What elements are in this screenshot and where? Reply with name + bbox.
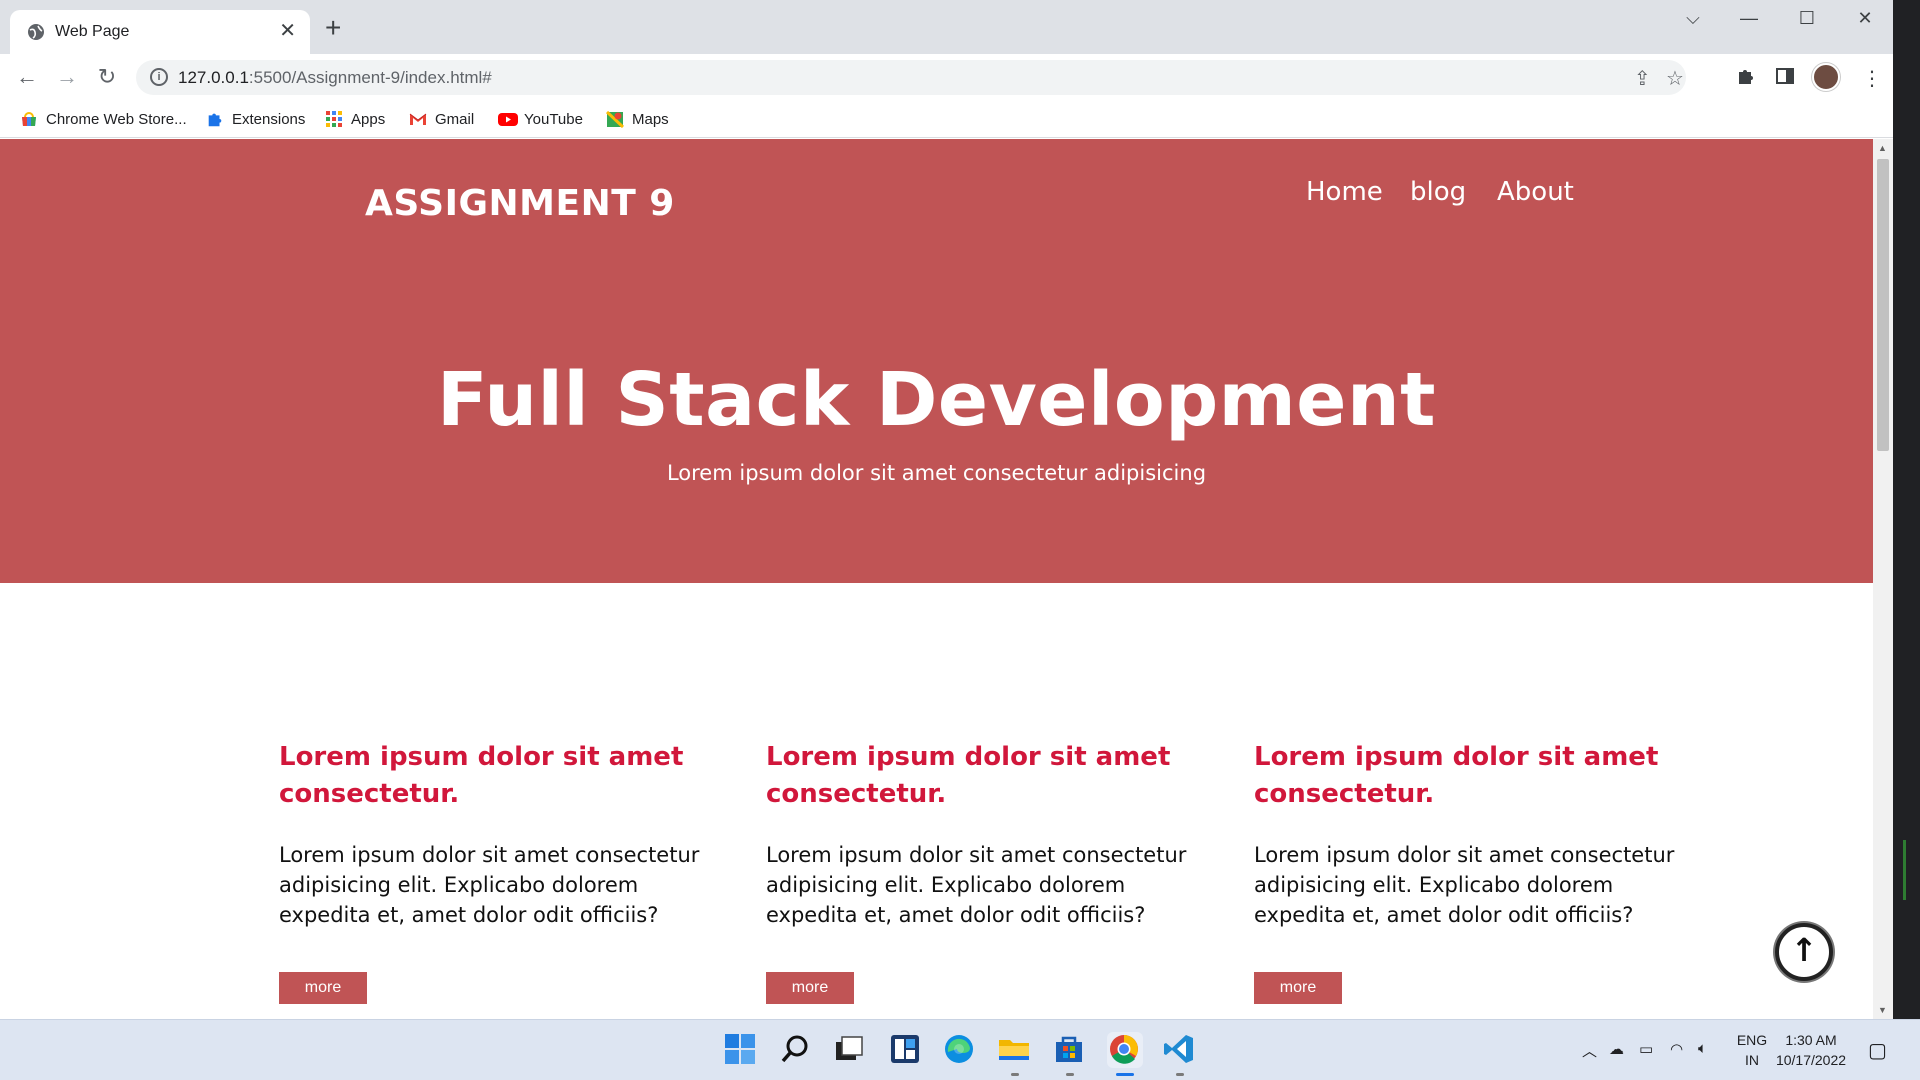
bookmark-label: Gmail — [435, 110, 475, 128]
puzzle-icon — [206, 110, 224, 128]
edge-browser-icon[interactable] — [942, 1032, 978, 1068]
feature-card: Lorem ipsum dolor sit amet consectetur. … — [279, 742, 719, 1004]
widgets-icon[interactable] — [888, 1032, 924, 1068]
site-info-icon[interactable]: i — [150, 68, 168, 86]
onedrive-cloud-icon[interactable]: ☁ — [1609, 1040, 1624, 1058]
clock-time: 1:30 AM — [1785, 1032, 1837, 1048]
nav-link-blog[interactable]: blog — [1410, 177, 1466, 207]
gmail-icon — [409, 110, 427, 128]
scroll-down-arrow-icon[interactable]: ▼ — [1878, 1005, 1887, 1015]
language-indicator[interactable]: ENG IN — [1732, 1030, 1772, 1070]
maximize-button[interactable]: ☐ — [1787, 8, 1827, 32]
card-title: Lorem ipsum dolor sit amet consectetur. — [766, 742, 1171, 809]
globe-icon — [26, 22, 46, 42]
nav-link-about[interactable]: About — [1497, 177, 1574, 207]
bookmark-chrome-web-store[interactable]: Chrome Web Store... — [20, 108, 187, 130]
bookmark-apps[interactable]: Apps — [325, 108, 385, 130]
wifi-icon[interactable]: ◠ — [1670, 1040, 1683, 1058]
youtube-icon — [498, 110, 518, 128]
share-icon[interactable]: ⇪ — [1634, 66, 1651, 91]
hero-section: ASSIGNMENT 9 Home blog About Full Stack … — [0, 139, 1873, 583]
show-hidden-icons-chevron-icon[interactable]: ︿ — [1582, 1040, 1597, 1061]
chrome-web-store-icon — [20, 110, 38, 128]
task-view-icon[interactable] — [832, 1032, 868, 1068]
page-scrollbar[interactable]: ▲ ▼ — [1873, 139, 1893, 1019]
tab-search-icon[interactable]: ⌵ — [1673, 8, 1713, 32]
language-code: ENG — [1736, 1032, 1768, 1048]
browser-toolbar: ← → ↻ i 127.0.0.1:5500/Assignment-9/inde… — [0, 54, 1893, 100]
close-window-button[interactable]: ✕ — [1845, 8, 1885, 32]
more-button[interactable]: more — [279, 972, 367, 1004]
hero-title: Full Stack Development — [436, 357, 1437, 443]
forward-icon[interactable]: → — [52, 62, 82, 92]
extensions-puzzle-icon[interactable] — [1736, 66, 1756, 92]
bookmark-label: Extensions — [232, 110, 306, 128]
card-body: Lorem ipsum dolor sit amet consectetur a… — [1254, 843, 1675, 927]
background-window-edge — [1893, 0, 1920, 1019]
scroll-to-top-button[interactable]: ↑ — [1775, 923, 1833, 981]
address-bar[interactable]: i 127.0.0.1:5500/Assignment-9/index.html… — [136, 60, 1686, 95]
bookmarks-bar: Chrome Web Store... Extensions Apps Gmai… — [0, 100, 1893, 138]
menu-kebab-icon[interactable]: ⋮ — [1862, 66, 1882, 91]
file-explorer-icon[interactable] — [997, 1032, 1033, 1076]
hero-subtitle: Lorem ipsum dolor sit amet consectetur a… — [666, 461, 1207, 485]
bookmark-label: Apps — [351, 110, 386, 128]
scroll-up-arrow-icon[interactable]: ▲ — [1878, 143, 1887, 153]
battery-icon[interactable]: ▭ — [1639, 1040, 1653, 1058]
clock-date: 10/17/2022 — [1775, 1052, 1847, 1068]
card-title: Lorem ipsum dolor sit amet consectetur. — [279, 742, 684, 809]
card-body: Lorem ipsum dolor sit amet consectetur a… — [279, 843, 700, 927]
microsoft-store-icon[interactable] — [1052, 1032, 1088, 1076]
bookmark-label: Maps — [632, 110, 669, 128]
bookmark-gmail[interactable]: Gmail — [409, 108, 474, 130]
bookmark-label: Chrome Web Store... — [46, 110, 187, 128]
tab-title: Web Page — [55, 23, 130, 40]
vscode-icon[interactable] — [1162, 1032, 1198, 1076]
scrollbar-thumb[interactable] — [1877, 159, 1889, 451]
browser-window: Web Page ✕ + ⌵ — ☐ ✕ ← → ↻ i 127.0.0.1:5… — [0, 0, 1893, 1019]
windows-taskbar: ︿ ☁ ▭ ◠ 🔈︎ ENG IN 1:30 AM 10/17/2022 ▢ — [0, 1019, 1920, 1080]
start-windows-icon[interactable] — [723, 1032, 759, 1068]
arrow-up-icon: ↑ — [1790, 931, 1818, 969]
bookmark-youtube[interactable]: YouTube — [498, 108, 583, 130]
search-icon[interactable] — [778, 1032, 814, 1068]
url-text: 127.0.0.1:5500/Assignment-9/index.html# — [178, 68, 492, 88]
url-path: :5500/Assignment-9/index.html# — [248, 68, 492, 87]
feature-card: Lorem ipsum dolor sit amet consectetur. … — [766, 742, 1206, 1004]
tab-web-page[interactable]: Web Page ✕ — [10, 10, 310, 54]
bookmark-maps[interactable]: Maps — [605, 108, 669, 130]
new-tab-button[interactable]: + — [325, 14, 341, 42]
more-button[interactable]: more — [766, 972, 854, 1004]
notification-icon[interactable]: ▢ — [1868, 1038, 1887, 1063]
feature-card: Lorem ipsum dolor sit amet consectetur. … — [1254, 742, 1694, 1004]
chrome-icon[interactable] — [1107, 1032, 1143, 1076]
language-region: IN — [1745, 1052, 1759, 1068]
more-button[interactable]: more — [1254, 972, 1342, 1004]
side-panel-icon[interactable] — [1775, 66, 1795, 92]
bookmark-label: YouTube — [524, 110, 583, 128]
bookmark-extensions[interactable]: Extensions — [206, 108, 305, 130]
site-logo[interactable]: ASSIGNMENT 9 — [365, 183, 675, 224]
tab-strip: Web Page ✕ + ⌵ — ☐ ✕ — [0, 0, 1893, 54]
minimize-button[interactable]: — — [1729, 8, 1769, 32]
profile-avatar[interactable] — [1812, 63, 1840, 91]
close-tab-icon[interactable]: ✕ — [279, 20, 296, 42]
page-viewport: ASSIGNMENT 9 Home blog About Full Stack … — [0, 139, 1873, 1019]
apps-grid-icon — [325, 110, 343, 128]
reload-icon[interactable]: ↻ — [92, 62, 122, 92]
bookmark-star-icon[interactable]: ☆ — [1666, 66, 1684, 91]
back-icon[interactable]: ← — [12, 62, 42, 92]
card-title: Lorem ipsum dolor sit amet consectetur. — [1254, 742, 1659, 809]
url-host: 127.0.0.1 — [178, 68, 249, 87]
maps-icon — [605, 110, 625, 129]
clock[interactable]: 1:30 AM 10/17/2022 — [1770, 1030, 1852, 1070]
card-body: Lorem ipsum dolor sit amet consectetur a… — [766, 843, 1187, 927]
volume-icon[interactable]: 🔈︎ — [1698, 1040, 1707, 1057]
nav-link-home[interactable]: Home — [1306, 177, 1383, 207]
